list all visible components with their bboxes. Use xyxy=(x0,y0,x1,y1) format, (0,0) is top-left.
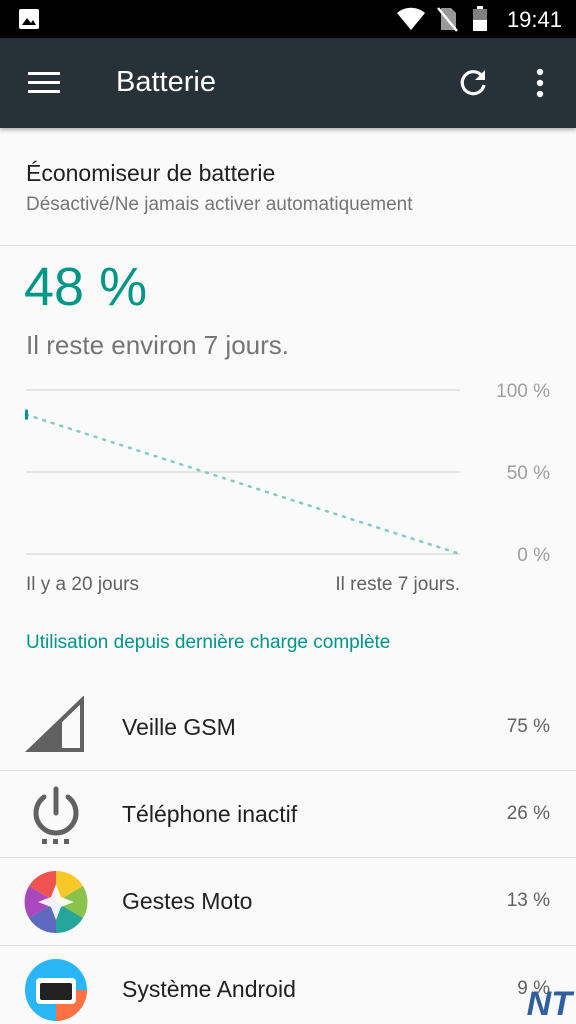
app-bar: Batterie xyxy=(0,38,576,128)
image-icon xyxy=(19,9,39,29)
battery-chart: 100 % 50 % 0 % xyxy=(24,381,550,566)
page-title: Batterie xyxy=(116,66,216,98)
usage-item[interactable]: Téléphone inactif 26 % xyxy=(0,771,576,859)
status-bar: 19:41 xyxy=(0,0,576,38)
usage-item-name: Gestes Moto xyxy=(122,888,253,914)
battery-saver-subtitle: Désactivé/Ne jamais activer automatiquem… xyxy=(26,194,413,215)
usage-item-percent: 75 % xyxy=(506,716,550,737)
usage-header: Utilisation depuis dernière charge compl… xyxy=(26,632,391,653)
battery-saver-item[interactable]: Économiseur de batterie Désactivé/Ne jam… xyxy=(0,128,576,246)
more-vert-icon[interactable] xyxy=(535,68,545,98)
divider xyxy=(0,245,576,246)
chart-y-tick-label: 100 % xyxy=(496,381,550,402)
watermark-logo: NT xyxy=(526,985,572,1023)
usage-item[interactable]: Gestes Moto 13 % xyxy=(0,858,576,946)
menu-icon[interactable] xyxy=(28,71,60,95)
clock: 19:41 xyxy=(506,7,562,32)
chart-y-tick-label: 50 % xyxy=(507,463,550,484)
battery-percent: 48 % xyxy=(24,257,148,317)
usage-item-name: Téléphone inactif xyxy=(122,801,298,827)
wifi-icon xyxy=(397,7,425,30)
android-system-icon xyxy=(25,959,87,1021)
usage-item[interactable]: Système Android 9 % xyxy=(0,946,576,1024)
chart-x-end-label: Il reste 7 jours. xyxy=(335,574,460,595)
no-sim-icon xyxy=(437,7,458,32)
battery-remaining: Il reste environ 7 jours. xyxy=(26,330,290,360)
usage-item[interactable]: Veille GSM 75 % xyxy=(0,684,576,772)
chart-projection-line xyxy=(24,413,462,556)
chart-history-point xyxy=(25,409,28,420)
usage-item-name: Système Android xyxy=(122,976,296,1002)
usage-item-percent: 26 % xyxy=(506,803,550,824)
power-icon xyxy=(33,786,79,844)
moto-gestures-icon xyxy=(24,870,88,934)
usage-item-name: Veille GSM xyxy=(122,714,236,740)
refresh-icon[interactable] xyxy=(458,68,488,98)
battery-icon xyxy=(473,6,487,31)
chart-x-start-label: Il y a 20 jours xyxy=(26,574,139,595)
signal-icon xyxy=(25,696,84,752)
chart-y-tick-label: 0 % xyxy=(517,545,550,566)
battery-saver-title: Économiseur de batterie xyxy=(26,160,276,186)
usage-item-percent: 13 % xyxy=(506,890,550,911)
